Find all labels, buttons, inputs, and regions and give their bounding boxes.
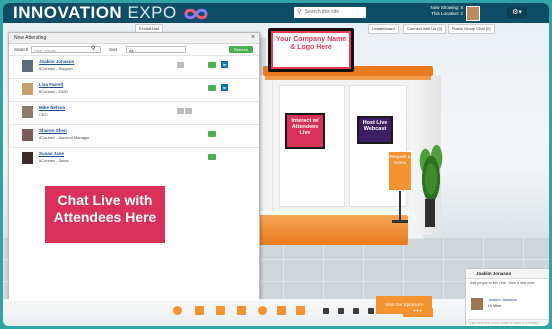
avatar xyxy=(22,60,33,72)
attendee-title: 6Connex - Sales xyxy=(39,158,69,163)
chat-window: Joakim Jonason Add people to this chat S… xyxy=(465,268,549,326)
attendee-panel-title: Now Attending xyxy=(14,35,47,41)
avatar xyxy=(22,152,33,164)
chevron-down-icon: ▾ xyxy=(518,9,522,16)
chat-live-callout: Chat Live with Attendees Here xyxy=(45,186,165,243)
chat-actions: Add people to this chat Start a new chat xyxy=(466,279,549,293)
attendee-name[interactable]: Lisa Farrell xyxy=(39,82,63,87)
chat-window-title[interactable]: Joakim Jonason xyxy=(466,269,549,279)
attendee-row[interactable]: Susan Jane 6Connex - Sales xyxy=(9,147,259,167)
app-window: Your Company Name & Logo Here Interact w… xyxy=(3,3,549,326)
linkedin-icon[interactable]: in xyxy=(221,61,228,68)
webcast-screen[interactable]: Host Live Webcast xyxy=(357,116,393,144)
chat-icon[interactable] xyxy=(208,62,216,68)
add-people-link[interactable]: Add people to this chat xyxy=(470,281,506,285)
connect-button[interactable]: Connect with Us (0) xyxy=(403,24,447,34)
logo-mark-icon xyxy=(184,5,210,25)
chat-message-input[interactable]: Type here and press enter to send a mess… xyxy=(468,319,548,326)
sort-label: Sort xyxy=(109,47,118,52)
attendee-panel: Now Attending × Search Filter results ⚲ … xyxy=(8,32,260,302)
profile-icon[interactable] xyxy=(177,62,184,68)
refresh-button[interactable]: Refresh xyxy=(229,46,253,53)
profile-icon[interactable] xyxy=(177,108,184,114)
request-demo-sign[interactable]: Request a Demo xyxy=(388,151,412,191)
sign-pole xyxy=(399,191,401,221)
attendee-name[interactable]: Susan Jane xyxy=(39,151,64,156)
interact-screen[interactable]: Interact w/ Attendees Live xyxy=(285,113,325,149)
avatar xyxy=(22,106,33,118)
attendee-title: 6Connex - CMO xyxy=(39,89,68,94)
sign-base xyxy=(392,220,408,223)
bag-icon[interactable] xyxy=(277,306,286,315)
avatar xyxy=(471,298,483,310)
attendee-title: 6Connex - Support xyxy=(39,66,73,71)
interact-label: Interact w/ Attendees Live xyxy=(287,115,323,147)
top-bar: INNOVATION EXPO ⚲ Search this site Now S… xyxy=(3,3,549,23)
chat-icon[interactable] xyxy=(208,154,216,160)
video-icon[interactable] xyxy=(237,306,246,315)
chat-icon[interactable] xyxy=(208,131,216,137)
print-icon[interactable] xyxy=(368,308,374,314)
search-icon: ⚲ xyxy=(297,9,302,15)
leaderboard-button[interactable]: Leaderboard xyxy=(368,24,399,34)
attendees-dots-button[interactable]: ••• xyxy=(403,308,433,317)
home-icon[interactable] xyxy=(353,308,359,314)
attendee-row[interactable]: Lisa Farrell 6Connex - CMO in xyxy=(9,78,259,98)
settings-button[interactable]: ⚙▾ xyxy=(507,7,527,18)
site-search-input[interactable]: ⚲ Search this site xyxy=(294,7,366,18)
chat-bubble-icon[interactable] xyxy=(258,306,267,315)
public-chat-button[interactable]: Public Group Chat (0) xyxy=(448,24,495,34)
chat-message-sender[interactable]: Joakim Jonason xyxy=(488,297,517,302)
business-card-icon[interactable] xyxy=(185,108,192,114)
attendee-row[interactable]: Joakim Jonason 6Connex - Support in xyxy=(9,55,259,75)
camera-icon[interactable] xyxy=(338,308,344,314)
phone-icon[interactable] xyxy=(195,306,204,315)
attendee-row[interactable]: Sharon Shen 6Connex - Account Manager xyxy=(9,124,259,144)
people-icon[interactable] xyxy=(323,308,329,314)
attendee-panel-header: Now Attending × xyxy=(9,33,259,44)
sort-value: All xyxy=(129,48,134,53)
avatar xyxy=(22,129,33,141)
attendee-name[interactable]: Sharon Shen xyxy=(39,128,67,133)
search-label: Search xyxy=(14,47,29,52)
attendee-title: CEO xyxy=(39,112,48,117)
status-this-location: This Location: 2 xyxy=(431,11,463,16)
resource-icon[interactable] xyxy=(296,306,305,315)
booth-header-trim xyxy=(265,76,431,80)
filter-search-icon[interactable]: ⚲ xyxy=(91,45,95,52)
attendee-name[interactable]: Mike Nelson xyxy=(39,105,65,110)
chat-icon[interactable] xyxy=(208,85,216,91)
user-avatar[interactable] xyxy=(466,6,480,21)
company-logo-placeholder[interactable]: Your Company Name & Logo Here xyxy=(271,31,351,69)
avatar xyxy=(22,83,33,95)
search-placeholder: Search this site xyxy=(304,9,339,15)
attendee-title: 6Connex - Account Manager xyxy=(39,135,90,140)
help-icon[interactable] xyxy=(173,306,182,315)
logo-main-text: INNOVATION xyxy=(13,3,123,22)
attendee-filter-bar: Search Filter results ⚲ Sort All Refresh xyxy=(9,44,259,55)
new-chat-link[interactable]: Start a new chat xyxy=(509,281,534,285)
sort-select[interactable]: All xyxy=(126,46,186,53)
attendee-row[interactable]: Mike Nelson CEO xyxy=(9,101,259,121)
chat-message-text: Hi Mike xyxy=(488,303,502,308)
webcast-label: Host Live Webcast xyxy=(359,118,391,142)
logo-sub-text: EXPO xyxy=(127,3,177,22)
close-icon[interactable]: × xyxy=(251,33,255,43)
plant-decoration xyxy=(417,143,445,203)
expo-logo[interactable]: INNOVATION EXPO xyxy=(13,3,210,23)
linkedin-icon[interactable]: in xyxy=(221,84,228,91)
booth-counter xyxy=(258,215,408,245)
attendee-name[interactable]: Joakim Jonason xyxy=(39,59,74,64)
presence-status: Now Showing: 5 This Location: 2 xyxy=(423,5,463,17)
plant-pot xyxy=(425,199,435,227)
briefcase-icon[interactable] xyxy=(216,306,225,315)
